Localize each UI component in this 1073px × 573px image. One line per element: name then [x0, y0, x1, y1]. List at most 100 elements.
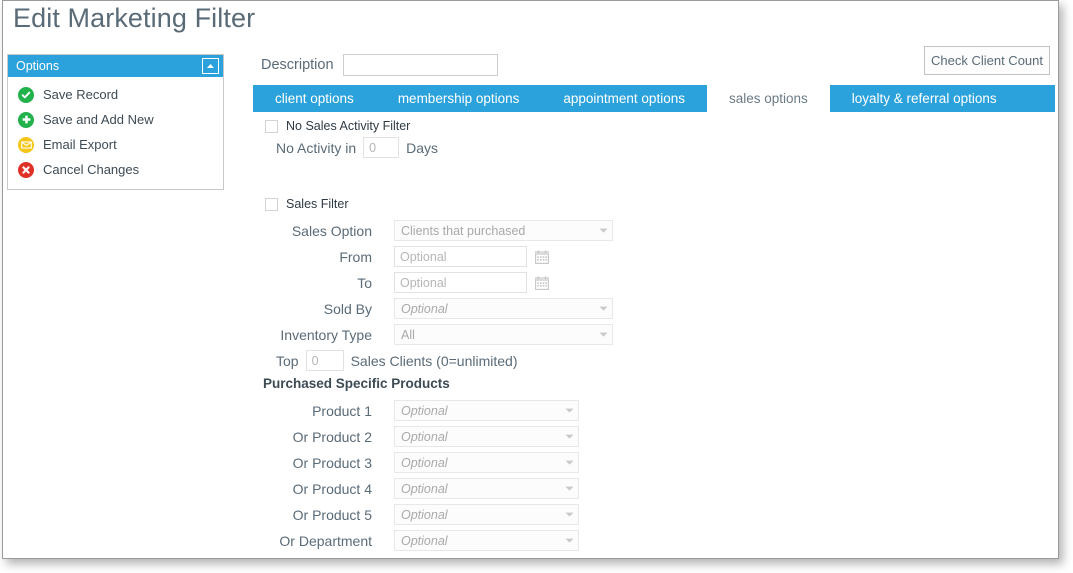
inventory-type-label: Inventory Type: [280, 326, 372, 343]
product-1-label: Product 1: [312, 402, 372, 419]
sold-by-row: Sold By Optional: [276, 298, 613, 319]
chevron-down-icon: [560, 460, 578, 465]
product-2-value: Optional: [401, 429, 448, 444]
chevron-down-icon: [594, 332, 612, 337]
purchased-products-section-title: Purchased Specific Products: [263, 376, 450, 391]
tab-bar: client options membership options appoin…: [253, 85, 1055, 112]
no-activity-in-suffix-label: Days: [406, 139, 439, 156]
description-label: Description: [261, 57, 334, 73]
option-save-record[interactable]: Save Record: [8, 82, 223, 107]
chevron-up-icon: [206, 63, 215, 69]
to-label: To: [357, 274, 372, 291]
no-sales-activity-filter-row: No Sales Activity Filter: [265, 119, 410, 133]
to-date-input[interactable]: [394, 272, 527, 293]
options-list: Save Record Save and Add New Email Expor…: [8, 77, 223, 189]
product-1-value: Optional: [401, 403, 448, 418]
tab-client-options[interactable]: client options: [253, 85, 376, 112]
check-circle-icon: [18, 86, 34, 103]
product-2-row: Or Product 2 Optional: [276, 426, 579, 447]
product-3-value: Optional: [401, 455, 448, 470]
page-title: Edit Marketing Filter: [13, 3, 256, 33]
x-circle-icon: [18, 161, 34, 178]
from-date-input[interactable]: [394, 246, 527, 267]
product-2-label: Or Product 2: [292, 428, 372, 445]
calendar-icon[interactable]: [534, 275, 550, 291]
product-3-row: Or Product 3 Optional: [276, 452, 579, 473]
product-1-row: Product 1 Optional: [276, 400, 579, 421]
description-row: Description: [261, 54, 498, 76]
sales-option-value: Clients that purchased: [401, 223, 526, 238]
sales-filter-label: Sales Filter: [286, 197, 349, 211]
main-content: Description Check Client Count client op…: [253, 1, 1058, 558]
description-input[interactable]: [342, 54, 498, 76]
inventory-type-value: All: [401, 327, 415, 342]
inventory-type-row: Inventory Type All: [276, 324, 613, 345]
tab-sales-options[interactable]: sales options: [706, 85, 830, 112]
envelope-circle-icon: [18, 136, 34, 153]
no-activity-in-days-input[interactable]: [363, 137, 400, 158]
top-suffix-label: Sales Clients (0=unlimited): [350, 352, 518, 369]
top-sales-clients-row: Top Sales Clients (0=unlimited): [276, 350, 517, 371]
no-sales-activity-filter-label: No Sales Activity Filter: [286, 119, 411, 133]
option-email-export[interactable]: Email Export: [8, 132, 223, 157]
options-panel: Options Save Record Save and Add New Ema…: [7, 54, 224, 190]
department-dropdown[interactable]: Optional: [394, 530, 579, 551]
product-5-row: Or Product 5 Optional: [276, 504, 579, 525]
department-label: Or Department: [279, 532, 372, 549]
screenshot-root: Edit Marketing Filter Options Save Recor…: [0, 0, 1073, 573]
option-cancel-changes[interactable]: Cancel Changes: [8, 157, 223, 182]
product-5-value: Optional: [401, 507, 448, 522]
calendar-icon[interactable]: [534, 249, 550, 265]
collapse-panel-button[interactable]: [202, 58, 219, 74]
option-label: Cancel Changes: [43, 162, 140, 177]
chevron-down-icon: [560, 408, 578, 413]
department-row: Or Department Optional: [276, 530, 579, 551]
tab-membership-options[interactable]: membership options: [376, 85, 542, 112]
sold-by-label: Sold By: [323, 300, 372, 317]
product-3-dropdown[interactable]: Optional: [394, 452, 579, 473]
to-row: To: [276, 272, 550, 293]
inventory-type-dropdown[interactable]: All: [394, 324, 613, 345]
product-4-dropdown[interactable]: Optional: [394, 478, 579, 499]
product-5-label: Or Product 5: [292, 506, 372, 523]
product-3-label: Or Product 3: [292, 454, 372, 471]
chevron-down-icon: [560, 486, 578, 491]
check-client-count-button[interactable]: Check Client Count: [924, 46, 1050, 75]
option-label: Email Export: [43, 137, 117, 152]
from-row: From: [276, 246, 550, 267]
no-sales-activity-filter-checkbox[interactable]: [265, 119, 278, 133]
product-4-row: Or Product 4 Optional: [276, 478, 579, 499]
chevron-down-icon: [594, 228, 612, 233]
sales-option-dropdown[interactable]: Clients that purchased: [394, 220, 613, 241]
options-panel-title: Options: [16, 59, 60, 73]
top-prefix-label: Top: [276, 352, 299, 369]
product-1-dropdown[interactable]: Optional: [394, 400, 579, 421]
option-label: Save Record: [43, 87, 119, 102]
option-label: Save and Add New: [43, 112, 154, 127]
chevron-down-icon: [560, 512, 578, 517]
window-frame: Edit Marketing Filter Options Save Recor…: [2, 0, 1059, 559]
plus-circle-icon: [18, 111, 34, 128]
chevron-down-icon: [560, 434, 578, 439]
chevron-down-icon: [594, 306, 612, 311]
product-4-value: Optional: [401, 481, 448, 496]
product-4-label: Or Product 4: [292, 480, 372, 497]
tab-appointment-options[interactable]: appointment options: [541, 85, 707, 112]
sales-filter-checkbox[interactable]: [265, 197, 278, 211]
sold-by-dropdown[interactable]: Optional: [394, 298, 613, 319]
no-activity-in-row: No Activity in Days: [276, 137, 438, 158]
sales-filter-row: Sales Filter: [265, 197, 349, 211]
option-save-and-add-new[interactable]: Save and Add New: [8, 107, 223, 132]
options-panel-header: Options: [8, 55, 223, 77]
sales-option-row: Sales Option Clients that purchased: [276, 220, 613, 241]
chevron-down-icon: [560, 538, 578, 543]
product-2-dropdown[interactable]: Optional: [394, 426, 579, 447]
sold-by-value: Optional: [401, 301, 448, 316]
tab-loyalty-referral-options[interactable]: loyalty & referral options: [830, 85, 1019, 112]
product-5-dropdown[interactable]: Optional: [394, 504, 579, 525]
sales-option-label: Sales Option: [291, 222, 372, 239]
sales-options-panel: No Sales Activity Filter No Activity in …: [253, 112, 1058, 558]
from-label: From: [339, 248, 372, 265]
top-sales-clients-input[interactable]: [305, 350, 344, 371]
department-value: Optional: [401, 533, 448, 548]
